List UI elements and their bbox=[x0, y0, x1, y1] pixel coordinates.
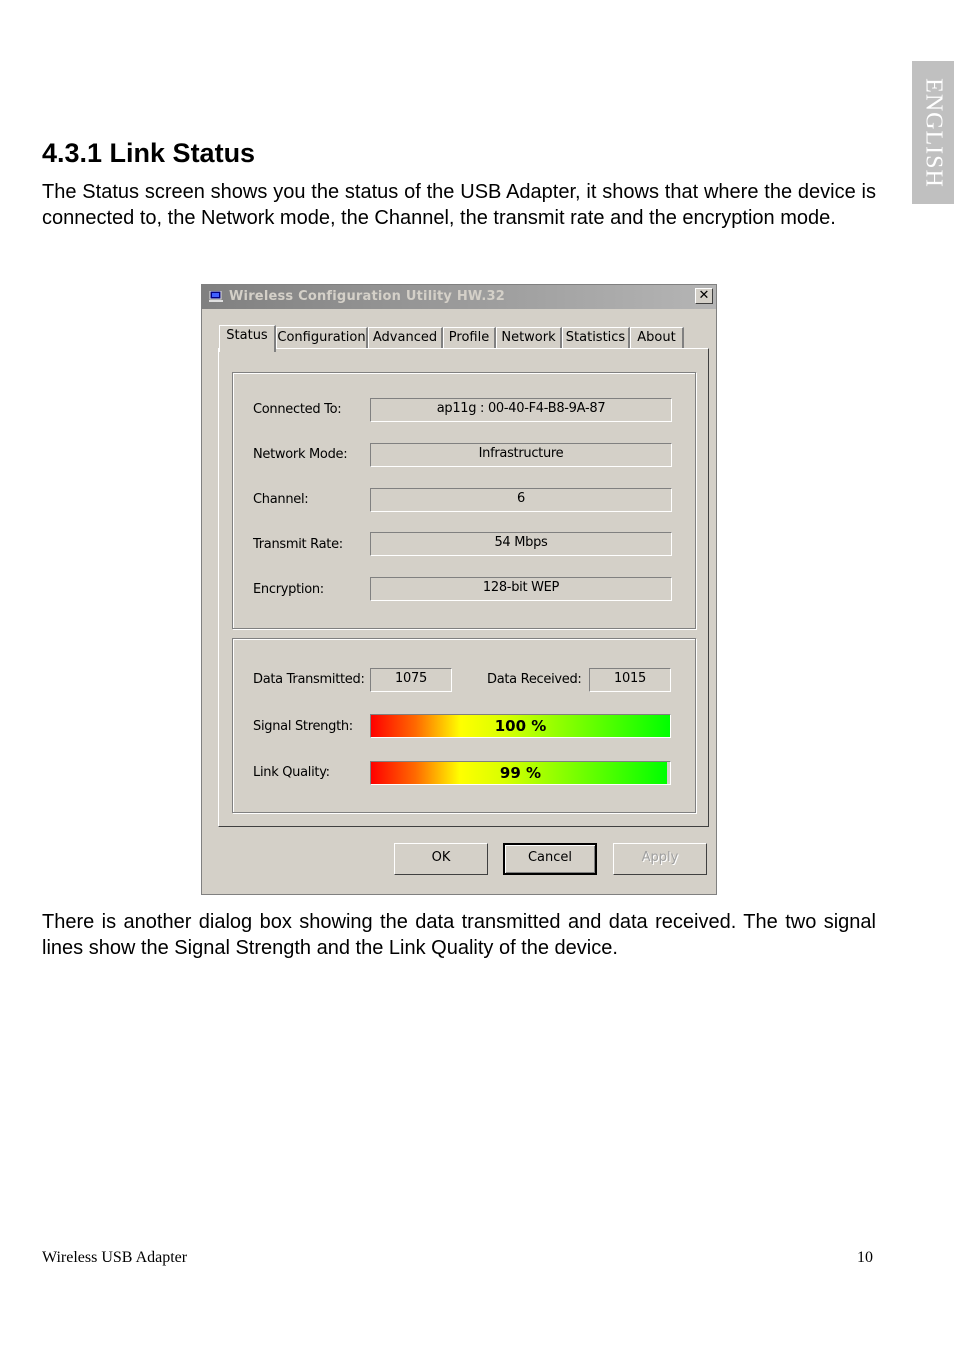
dialog-titlebar: Wireless Configuration Utility HW.32 ✕ bbox=[202, 285, 716, 309]
signal-strength-label: Signal Strength: bbox=[253, 719, 353, 734]
tab-statistics[interactable]: Statistics bbox=[562, 327, 630, 349]
channel-value: 6 bbox=[370, 488, 672, 512]
status-tab-panel: Connected To: ap11g : 00-40-F4-B8-9A-87 … bbox=[218, 348, 709, 827]
transmit-rate-value: 54 Mbps bbox=[370, 532, 672, 556]
data-received-label: Data Received: bbox=[487, 672, 582, 687]
ok-button[interactable]: OK bbox=[394, 843, 488, 875]
tab-network[interactable]: Network bbox=[496, 327, 562, 349]
tab-configuration[interactable]: Configuration bbox=[276, 327, 368, 349]
tab-status[interactable]: Status bbox=[219, 325, 276, 352]
apply-button[interactable]: Apply bbox=[613, 843, 707, 875]
tab-advanced[interactable]: Advanced bbox=[368, 327, 443, 349]
link-quality-label: Link Quality: bbox=[253, 765, 330, 780]
tab-about[interactable]: About bbox=[630, 327, 684, 349]
link-quality-bar: 99 % bbox=[370, 761, 671, 785]
signal-strength-text: 100 % bbox=[494, 717, 547, 735]
cancel-button[interactable]: Cancel bbox=[503, 843, 597, 875]
channel-label: Channel: bbox=[253, 492, 309, 507]
link-quality-text: 99 % bbox=[499, 764, 542, 782]
encryption-value: 128-bit WEP bbox=[370, 577, 672, 601]
intro-paragraph: The Status screen shows you the status o… bbox=[42, 181, 876, 229]
network-mode-value: Infrastructure bbox=[370, 443, 672, 467]
data-transmitted-value: 1075 bbox=[370, 668, 452, 692]
connected-to-value: ap11g : 00-40-F4-B8-9A-87 bbox=[370, 398, 672, 422]
data-transmitted-label: Data Transmitted: bbox=[253, 672, 365, 687]
language-side-tab: ENGLISH bbox=[912, 61, 954, 204]
encryption-label: Encryption: bbox=[253, 582, 324, 597]
data-received-value: 1015 bbox=[589, 668, 671, 692]
language-label: ENGLISH bbox=[920, 77, 947, 188]
page-number: 10 bbox=[857, 1249, 873, 1266]
close-button[interactable]: ✕ bbox=[695, 288, 713, 304]
dialog-title: Wireless Configuration Utility HW.32 bbox=[229, 289, 506, 304]
section-heading: 4.3.1 Link Status bbox=[42, 138, 256, 168]
transmit-rate-label: Transmit Rate: bbox=[253, 537, 343, 552]
tab-profile[interactable]: Profile bbox=[443, 327, 496, 349]
connection-info-group: Connected To: ap11g : 00-40-F4-B8-9A-87 … bbox=[232, 372, 696, 629]
connected-to-label: Connected To: bbox=[253, 402, 342, 417]
footer-title: Wireless USB Adapter bbox=[42, 1249, 188, 1266]
network-mode-label: Network Mode: bbox=[253, 447, 348, 462]
wireless-config-dialog: Wireless Configuration Utility HW.32 ✕ S… bbox=[201, 284, 717, 895]
traffic-signal-group: Data Transmitted: 1075 Data Received: 10… bbox=[232, 638, 696, 813]
outro-paragraph: There is another dialog box showing the … bbox=[42, 911, 876, 959]
signal-strength-bar: 100 % bbox=[370, 714, 671, 738]
network-adapter-icon bbox=[209, 291, 223, 302]
